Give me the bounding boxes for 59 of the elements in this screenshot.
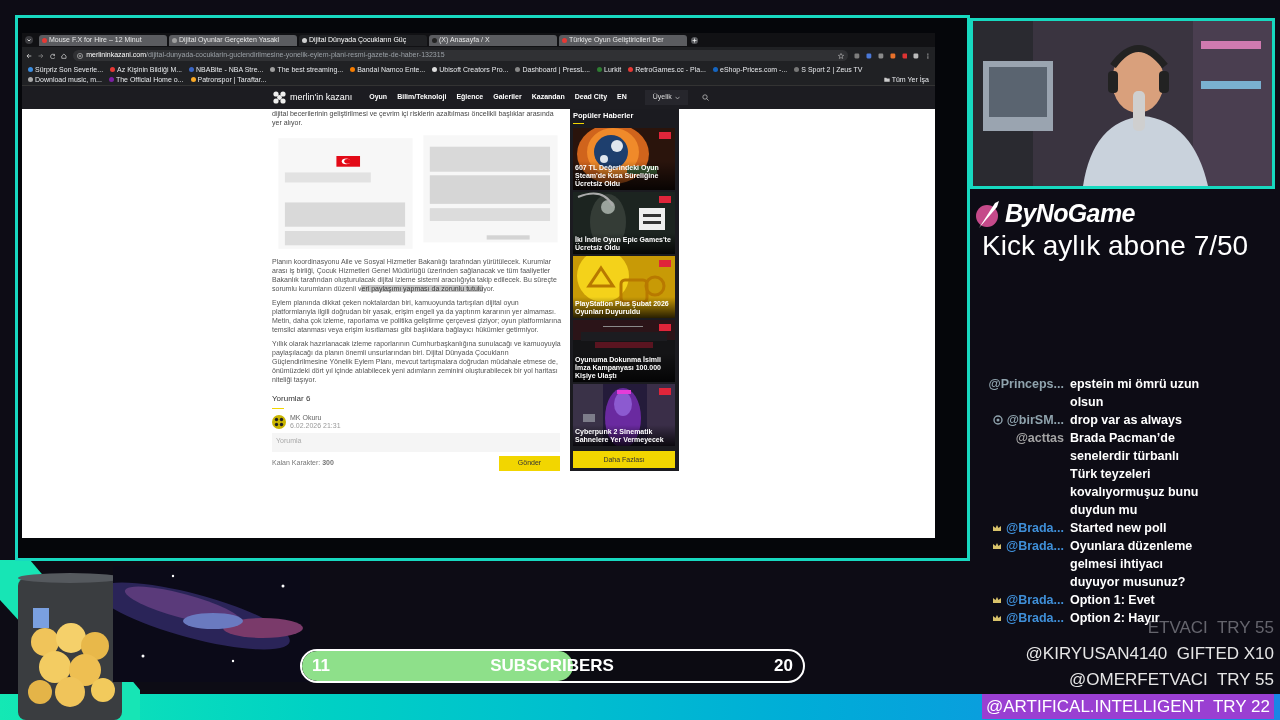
chat-username: @Princeps...: [988, 375, 1064, 393]
site-icon: [597, 67, 603, 72]
back-icon[interactable]: [26, 52, 32, 59]
site-icon: [172, 37, 177, 43]
site-icon: [794, 67, 800, 72]
news-badge: [659, 388, 671, 396]
site-icon: [42, 37, 47, 43]
chat-message: Oyunlara düzenleme gelmesi ihtiyacı duyuyor musunuz?: [1070, 538, 1194, 591]
chevron-down-icon: [674, 95, 680, 100]
chat-username: @Brada...: [1005, 609, 1064, 627]
chat-message: Started new poll: [1070, 520, 1168, 537]
search-icon[interactable]: [701, 94, 709, 101]
crown-icon: [991, 523, 1002, 533]
subscriber-count: 11: [312, 655, 330, 678]
alert-text: @ARTIFICAL.INTELLIGENT TRY 22: [982, 694, 1274, 719]
news-badge: [659, 132, 671, 140]
goal-count: 20: [774, 655, 793, 678]
site-icon: [562, 37, 567, 43]
chat-username: @acttas: [1015, 429, 1064, 447]
new-tab-icon[interactable]: [691, 36, 698, 44]
site-icon: [628, 67, 634, 72]
chat-message: drop var as always: [1070, 412, 1183, 429]
news-badge: [659, 196, 671, 204]
chat-message: Option 1: Evet: [1070, 592, 1156, 609]
site-icon: [515, 67, 521, 72]
home-icon[interactable]: [61, 52, 68, 59]
feather-logo-icon: [975, 198, 1001, 229]
site-icon: [270, 67, 276, 72]
menu-icon[interactable]: [925, 52, 931, 59]
site-info-icon: [77, 52, 84, 59]
crown-icon: [991, 541, 1002, 551]
star-icon[interactable]: [838, 52, 845, 59]
news-badge: [659, 324, 671, 332]
chat-username: @Brada...: [1005, 519, 1064, 537]
sub-goal-text: Kick aylık abone 7/50: [982, 229, 1249, 263]
crown-icon: [991, 613, 1002, 623]
crown-icon: [991, 595, 1002, 605]
site-icon: [713, 67, 718, 72]
alert-text: @OMERFETVACI TRY 55: [1069, 669, 1274, 691]
chat-username: @Brada...: [1005, 591, 1064, 609]
alert-text: @KIRYUSAN4140 GIFTED X10: [1025, 643, 1274, 665]
logo-mark-icon: [272, 90, 287, 105]
chat-message: Brada Pacman’de senelerdir türbanlı Türk teyzeleri kovalıyormuşuz bunu duydun mu: [1070, 430, 1200, 519]
reload-icon[interactable]: [49, 52, 56, 59]
news-badge: [659, 260, 671, 268]
comments-title: Yorumlar 6: [272, 393, 312, 405]
site-icon: [350, 67, 356, 72]
forward-icon[interactable]: [37, 52, 44, 59]
coin-icon: [992, 415, 1003, 425]
avatar-icon: [272, 415, 286, 429]
chat-username: @birSM...: [1006, 411, 1064, 429]
site-icon: [432, 37, 437, 43]
tab-list-icon[interactable]: [25, 36, 33, 44]
folder-icon: [883, 77, 890, 82]
site-icon: [432, 67, 438, 72]
site-icon: [302, 37, 307, 43]
site-logo[interactable]: merlin'in kazanı: [272, 90, 353, 105]
chat-username: @Brada...: [1005, 537, 1064, 555]
brand-name: ByNoGame: [1005, 198, 1135, 229]
